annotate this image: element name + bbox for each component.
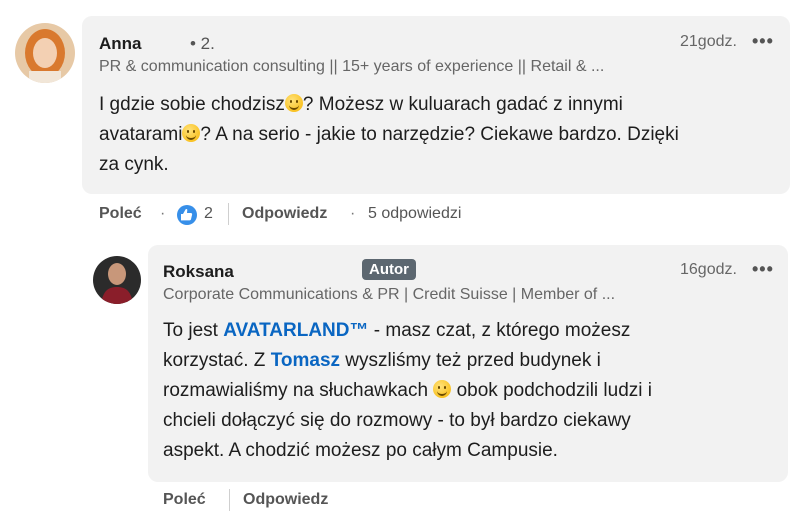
more-options-icon[interactable]: ••• [752, 259, 774, 280]
action-divider [228, 203, 229, 225]
avatar-anna[interactable] [15, 23, 75, 83]
grinning-emoji-icon [182, 124, 201, 142]
comment-author-headline: PR & communication consulting || 15+ yea… [99, 58, 605, 75]
comment-time: 21godz. [680, 33, 737, 50]
reply-text: To jest AVATARLAND™ - masz czat, z które… [163, 320, 653, 461]
separator-dot: · [160, 205, 166, 222]
separator-dot: · [350, 205, 356, 222]
recommend-button[interactable]: Poleć [163, 491, 206, 509]
reply-author-headline: Corporate Communications & PR | Credit S… [163, 286, 616, 303]
recommend-button[interactable]: Poleć [99, 205, 142, 223]
avatar-roksana[interactable] [93, 256, 141, 304]
more-options-icon[interactable]: ••• [752, 31, 774, 52]
grinning-emoji-icon [284, 94, 303, 112]
author-badge: Autor [362, 259, 416, 280]
like-count[interactable]: 2 [204, 205, 213, 223]
thumbs-up-icon[interactable] [177, 205, 197, 225]
grinning-emoji-icon [433, 380, 452, 398]
comment-text: I gdzie sobie chodzisz? Możesz w kuluara… [99, 94, 679, 175]
comment-author-name[interactable]: Anna [99, 34, 142, 54]
mention-link[interactable]: Tomasz [271, 350, 340, 371]
reply-time: 16godz. [680, 261, 737, 278]
reply-button[interactable]: Odpowiedz [242, 205, 327, 223]
connection-degree: • 2. [190, 34, 215, 53]
action-divider [229, 489, 230, 511]
reply-button[interactable]: Odpowiedz [243, 491, 328, 509]
reply-author-name[interactable]: Roksana [163, 262, 234, 282]
replies-count-link[interactable]: 5 odpowiedzi [368, 205, 461, 223]
mention-link[interactable]: AVATARLAND™ [223, 320, 368, 341]
